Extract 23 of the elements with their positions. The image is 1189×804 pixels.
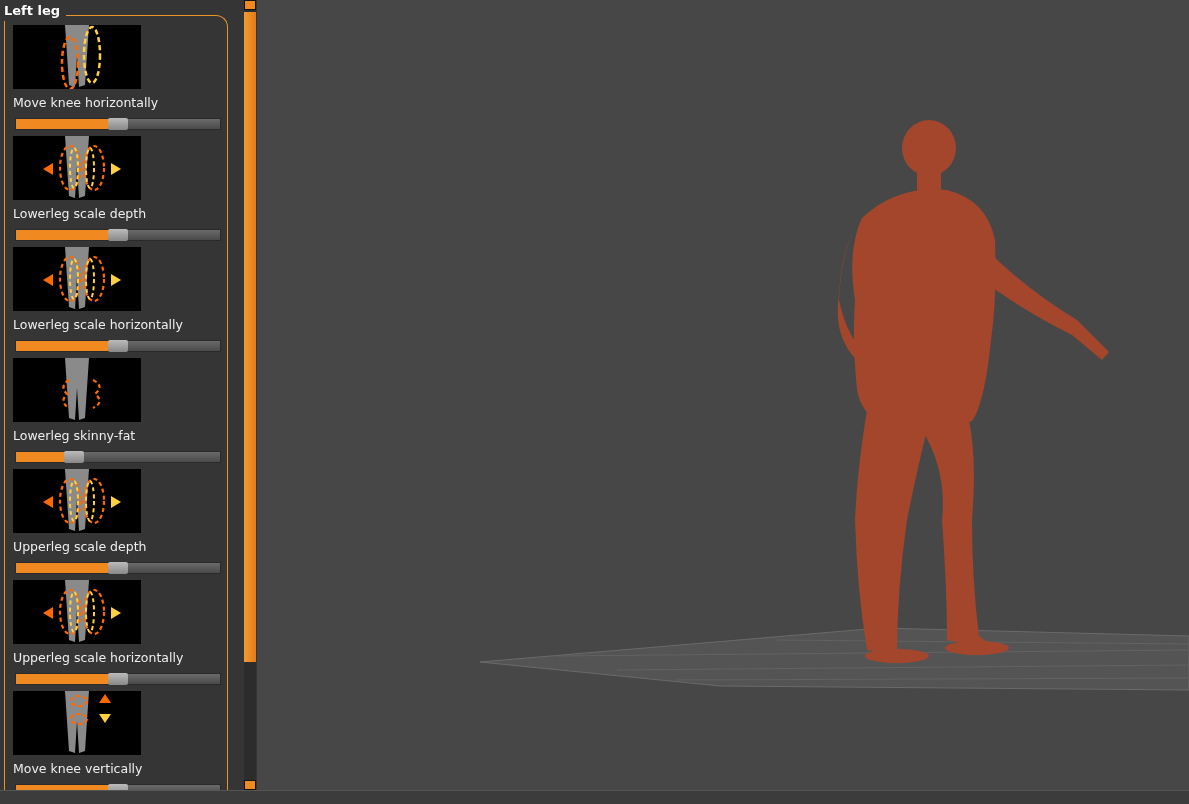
slider-track[interactable] — [15, 340, 221, 352]
slider-thumb[interactable] — [108, 562, 128, 574]
slider-track[interactable] — [15, 118, 221, 130]
scrollbar[interactable] — [244, 0, 256, 790]
scroll-down-button[interactable] — [244, 780, 256, 790]
slider-label: Lowerleg scale horizontally — [13, 317, 184, 333]
slider-track[interactable] — [15, 451, 221, 463]
slider-thumb[interactable] — [63, 451, 84, 463]
slider-thumb[interactable] — [108, 673, 128, 685]
slider-label: Upperleg scale depth — [13, 539, 148, 555]
slider-label: Upperleg scale horizontally — [13, 650, 185, 666]
slider-thumb[interactable] — [108, 340, 128, 352]
slider-label: Lowerleg skinny-fat — [13, 428, 137, 444]
slider-track[interactable] — [15, 229, 221, 241]
slider-thumb[interactable] — [108, 229, 128, 241]
scroll-up-button[interactable] — [244, 0, 256, 10]
slider-label: Move knee horizontally — [13, 95, 160, 111]
slider-thumb[interactable] — [108, 118, 128, 130]
slider-label: Move knee vertically — [13, 761, 144, 777]
slider-label: Lowerleg scale depth — [13, 206, 148, 222]
slider-track[interactable] — [15, 673, 221, 685]
slider-track[interactable] — [15, 562, 221, 574]
scrollbar-thumb[interactable] — [244, 12, 256, 662]
